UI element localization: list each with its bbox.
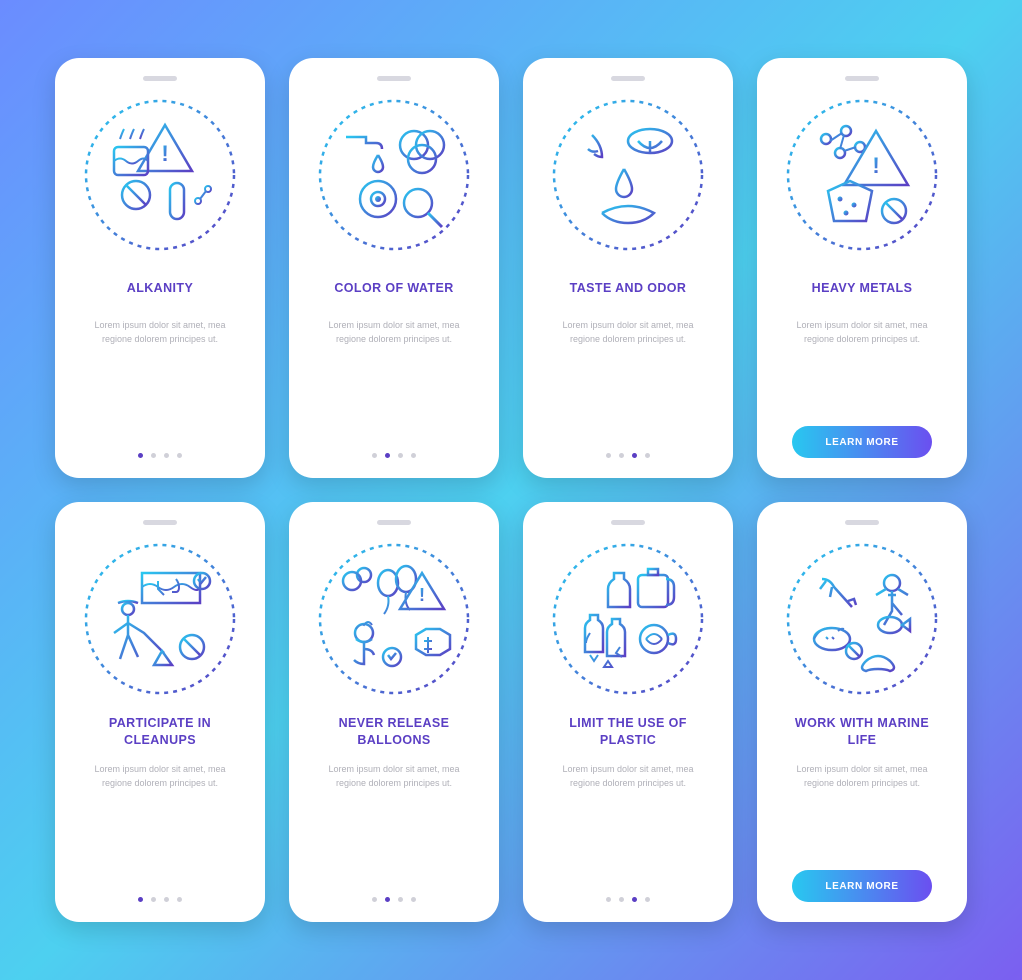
pagination-dot[interactable] <box>164 897 169 902</box>
onboarding-card: ! HEAVY METALS Lorem ipsum dolor sit amet… <box>757 58 967 478</box>
pagination-dot[interactable] <box>177 453 182 458</box>
card-title: COLOR OF WATER <box>328 271 459 305</box>
pagination-dot[interactable] <box>372 897 377 902</box>
card-description: Lorem ipsum dolor sit amet, mea regione … <box>541 763 715 897</box>
pagination-dot[interactable] <box>151 897 156 902</box>
onboarding-card: PARTICIPATE IN CLEANUPS Lorem ipsum dolor… <box>55 502 265 922</box>
card-description: Lorem ipsum dolor sit amet, mea regione … <box>73 763 247 897</box>
card-title: LIMIT THE USE OF PLASTIC <box>541 715 715 749</box>
learn-more-button[interactable]: LEARN MORE <box>792 426 932 458</box>
phone-notch <box>377 520 411 525</box>
card-description: Lorem ipsum dolor sit amet, mea regione … <box>307 319 481 453</box>
cleanup-icon <box>80 539 240 699</box>
pagination-dots <box>606 453 650 458</box>
card-description: Lorem ipsum dolor sit amet, mea regione … <box>541 319 715 453</box>
svg-text:!: ! <box>161 141 168 166</box>
pagination-dot[interactable] <box>385 897 390 902</box>
warning-icon: ! <box>80 95 240 255</box>
card-title: TASTE AND ODOR <box>564 271 693 305</box>
onboarding-card: COLOR OF WATER Lorem ipsum dolor sit amet… <box>289 58 499 478</box>
phone-notch <box>845 76 879 81</box>
pagination-dot[interactable] <box>619 897 624 902</box>
marine-icon <box>782 539 942 699</box>
taste-icon <box>548 95 708 255</box>
card-description: Lorem ipsum dolor sit amet, mea regione … <box>73 319 247 453</box>
pagination-dot[interactable] <box>411 897 416 902</box>
pagination-dots <box>606 897 650 902</box>
phone-notch <box>611 520 645 525</box>
metals-icon: ! <box>782 95 942 255</box>
card-title: PARTICIPATE IN CLEANUPS <box>73 715 247 749</box>
pagination-dot[interactable] <box>385 453 390 458</box>
card-description: Lorem ipsum dolor sit amet, mea regione … <box>775 763 949 870</box>
pagination-dot[interactable] <box>164 453 169 458</box>
pagination-dot[interactable] <box>138 453 143 458</box>
card-title: WORK WITH MARINE LIFE <box>775 715 949 749</box>
card-description: Lorem ipsum dolor sit amet, mea regione … <box>775 319 949 426</box>
card-title: ALKANITY <box>121 271 199 305</box>
pagination-dots <box>372 897 416 902</box>
pagination-dot[interactable] <box>372 453 377 458</box>
svg-text:!: ! <box>419 585 425 605</box>
pagination-dot[interactable] <box>606 897 611 902</box>
pagination-dot[interactable] <box>177 897 182 902</box>
onboarding-row-1: ! ALKANITY Lorem ipsum dolor sit amet, me… <box>55 58 967 478</box>
color-icon <box>314 95 474 255</box>
pagination-dot[interactable] <box>138 897 143 902</box>
pagination-dot[interactable] <box>645 897 650 902</box>
phone-notch <box>845 520 879 525</box>
pagination-dot[interactable] <box>398 897 403 902</box>
pagination-dot[interactable] <box>645 453 650 458</box>
pagination-dot[interactable] <box>411 453 416 458</box>
phone-notch <box>611 76 645 81</box>
onboarding-card: LIMIT THE USE OF PLASTIC Lorem ipsum dolo… <box>523 502 733 922</box>
balloon-icon: ! <box>314 539 474 699</box>
plastic-icon <box>548 539 708 699</box>
svg-text:!: ! <box>872 153 879 178</box>
card-description: Lorem ipsum dolor sit amet, mea regione … <box>307 763 481 897</box>
learn-more-button[interactable]: LEARN MORE <box>792 870 932 902</box>
phone-notch <box>143 76 177 81</box>
pagination-dots <box>138 897 182 902</box>
onboarding-card: WORK WITH MARINE LIFE Lorem ipsum dolor s… <box>757 502 967 922</box>
onboarding-row-2: PARTICIPATE IN CLEANUPS Lorem ipsum dolor… <box>55 502 967 922</box>
pagination-dots <box>138 453 182 458</box>
pagination-dot[interactable] <box>632 897 637 902</box>
pagination-dot[interactable] <box>632 453 637 458</box>
pagination-dot[interactable] <box>151 453 156 458</box>
pagination-dot[interactable] <box>619 453 624 458</box>
pagination-dot[interactable] <box>398 453 403 458</box>
onboarding-card: TASTE AND ODOR Lorem ipsum dolor sit amet… <box>523 58 733 478</box>
card-title: NEVER RELEASE BALLOONS <box>307 715 481 749</box>
onboarding-card: ! ALKANITY Lorem ipsum dolor sit amet, me… <box>55 58 265 478</box>
phone-notch <box>143 520 177 525</box>
card-title: HEAVY METALS <box>806 271 919 305</box>
phone-notch <box>377 76 411 81</box>
pagination-dot[interactable] <box>606 453 611 458</box>
pagination-dots <box>372 453 416 458</box>
onboarding-card: ! NEVER RELEASE BALLOONS Lorem ipsum dolo… <box>289 502 499 922</box>
